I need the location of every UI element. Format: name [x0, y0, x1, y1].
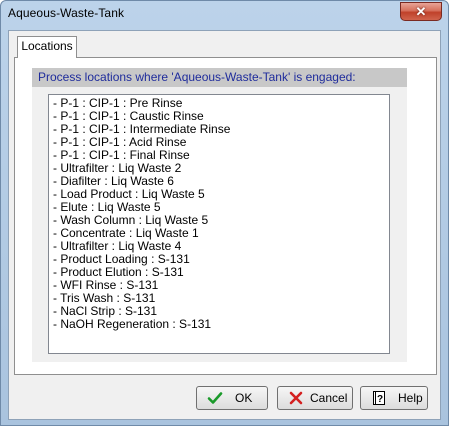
- help-book-icon: ?: [371, 390, 387, 406]
- tab-panel-locations: Process locations where 'Aqueous-Waste-T…: [14, 57, 437, 375]
- dialog-window: Aqueous-Waste-Tank ✕ Locations Process l…: [0, 0, 449, 426]
- group-header: Process locations where 'Aqueous-Waste-T…: [32, 68, 407, 87]
- title-bar[interactable]: Aqueous-Waste-Tank ✕: [1, 1, 448, 29]
- locations-list[interactable]: - P-1 : CIP-1 : Pre Rinse - P-1 : CIP-1 :…: [48, 94, 390, 354]
- cancel-button-label: Cancel: [310, 391, 348, 405]
- button-bar: OK Cancel ? Help: [9, 381, 440, 417]
- list-item[interactable]: - NaOH Regeneration : S-131: [53, 318, 389, 331]
- group-body: - P-1 : CIP-1 : Pre Rinse - P-1 : CIP-1 :…: [32, 87, 407, 362]
- help-button-label: Help: [398, 391, 423, 405]
- close-button[interactable]: ✕: [400, 2, 442, 21]
- svg-text:?: ?: [377, 394, 383, 405]
- ok-button-label: OK: [235, 391, 253, 405]
- close-icon: ✕: [415, 4, 427, 19]
- window-title: Aqueous-Waste-Tank: [8, 6, 125, 20]
- check-icon: [207, 390, 223, 406]
- dialog-client-area: Locations Process locations where 'Aqueo…: [8, 30, 441, 420]
- help-button[interactable]: ? Help: [360, 386, 428, 410]
- cancel-button[interactable]: Cancel: [277, 386, 353, 410]
- tab-locations[interactable]: Locations: [17, 36, 77, 58]
- x-icon: [288, 390, 304, 406]
- ok-button[interactable]: OK: [196, 386, 268, 410]
